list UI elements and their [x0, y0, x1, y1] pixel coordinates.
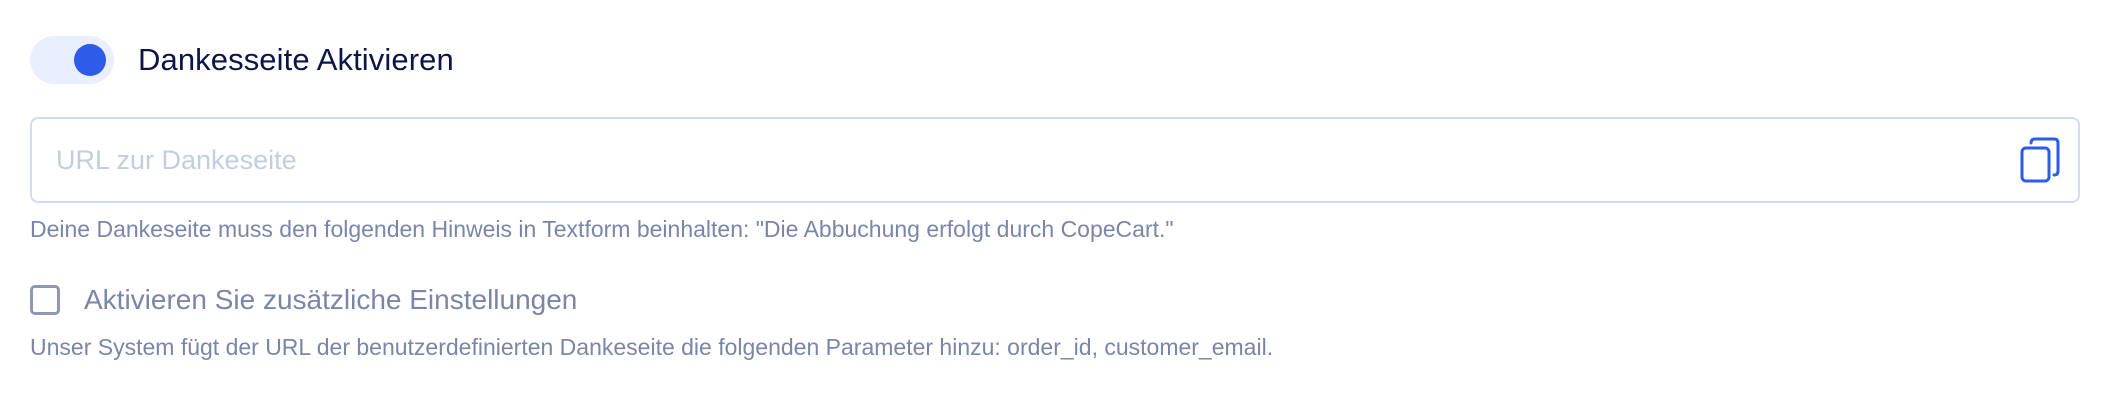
copy-icon[interactable] [2018, 137, 2062, 183]
thankyou-url-input[interactable] [32, 119, 1992, 201]
thankyou-page-toggle-row: Dankesseite Aktivieren [30, 35, 454, 85]
extra-settings-row: Aktivieren Sie zusätzliche Einstellungen [30, 280, 577, 320]
url-parameters-hint: Unser System fügt der URL der benutzerde… [30, 334, 1274, 360]
thankyou-url-field [30, 117, 2080, 203]
thankyou-page-hint: Deine Dankeseite muss den folgenden Hinw… [30, 216, 1174, 242]
thankyou-page-toggle[interactable] [30, 36, 114, 84]
toggle-label: Dankesseite Aktivieren [138, 42, 454, 77]
extra-settings-label[interactable]: Aktivieren Sie zusätzliche Einstellungen [84, 284, 577, 316]
extra-settings-checkbox[interactable] [30, 285, 60, 315]
toggle-knob [74, 44, 106, 76]
